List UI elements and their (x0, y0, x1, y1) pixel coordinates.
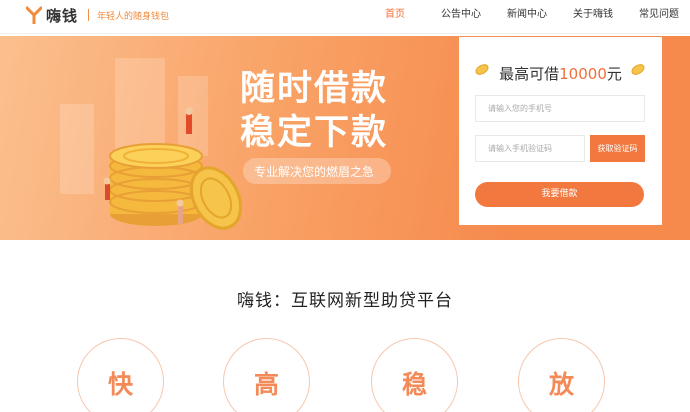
section-title: 嗨钱：互联网新型助贷平台 (237, 291, 453, 311)
feature-circle: 放 (518, 338, 605, 412)
building-shape (60, 104, 94, 194)
nav-item-home[interactable]: 首页 (370, 0, 420, 30)
banner-headline-1: 随时借款 (240, 69, 389, 109)
feature-label: 放 (548, 370, 574, 399)
feature-label: 稳 (401, 370, 427, 399)
loan-form-card: 最高可借10000元 请输入您的手机号 请输入手机验证码 获取验证码 我要借款 (459, 37, 662, 225)
nav-item-news[interactable]: 新闻中心 (498, 0, 556, 30)
feature-circle: 高 (223, 338, 310, 412)
nav-item-announcements[interactable]: 公告中心 (432, 0, 490, 30)
get-code-button[interactable]: 获取验证码 (590, 135, 645, 162)
logo-divider (88, 9, 90, 21)
phone-input[interactable]: 请输入您的手机号 (475, 95, 645, 122)
brand-logo-icon (25, 6, 43, 25)
brand-slogan: 年轻人的随身钱包 (97, 11, 170, 22)
main-nav: 首页 公告中心 新闻中心 关于嗨钱 常见问题 (370, 0, 690, 30)
brand-name: 嗨钱 (46, 6, 79, 25)
banner-subheadline: 专业解决您的燃眉之急 (254, 165, 375, 179)
loan-limit-amount: 10000 (559, 65, 607, 83)
nav-item-faq[interactable]: 常见问题 (630, 0, 688, 30)
nav-item-about[interactable]: 关于嗨钱 (564, 0, 622, 30)
feature-circle: 快 (77, 338, 164, 412)
feature-circle: 稳 (371, 338, 458, 412)
loan-limit-prefix: 最高可借 (499, 65, 560, 83)
coin-stack-illustration (103, 107, 243, 230)
loan-limit-suffix: 元 (606, 65, 622, 83)
verification-code-input[interactable]: 请输入手机验证码 (475, 135, 585, 162)
banner-headline-2: 稳定下款 (240, 113, 389, 153)
apply-loan-button[interactable]: 我要借款 (475, 182, 644, 207)
top-header: 嗨钱 年轻人的随身钱包 首页 公告中心 新闻中心 关于嗨钱 常见问题 (0, 0, 690, 34)
feature-label: 快 (107, 370, 133, 399)
logo[interactable]: 嗨钱 年轻人的随身钱包 (25, 4, 170, 26)
feature-label: 高 (253, 370, 279, 399)
